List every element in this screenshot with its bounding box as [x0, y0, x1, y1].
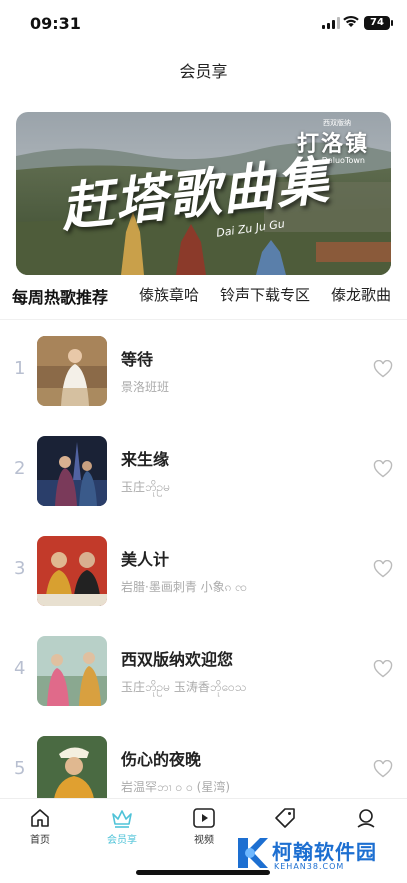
nav-video[interactable]: 视频	[174, 807, 234, 846]
category-tabs: 每周热歌推荐 傣族章哈 铃声下载专区 傣龙歌曲	[0, 284, 407, 310]
song-cover	[37, 336, 107, 406]
song-title: 伤心的夜晚	[121, 750, 202, 769]
battery-icon: 74	[364, 16, 393, 30]
status-time: 09:31	[30, 14, 81, 33]
song-artist: 岩温罕ဘၢ ဝ ဝ (星湾)	[121, 780, 231, 794]
nav-profile[interactable]	[336, 807, 396, 831]
home-icon	[31, 809, 49, 827]
song-cover	[37, 436, 107, 506]
list-item[interactable]: 4 西双版纳欢迎您 玉庄ဘိုဥမ 玉涛香ဘိုဝေသ	[0, 620, 407, 720]
song-cover	[37, 736, 107, 806]
rank-number: 2	[14, 458, 26, 479]
nav-home-label: 首页	[30, 835, 50, 846]
heart-icon[interactable]	[373, 460, 393, 478]
banner[interactable]: 西双版纳 打洛镇 DaluoTown 赶塔歌曲集 Dai Zu Ju Gu	[16, 112, 391, 275]
play-icon	[193, 808, 215, 828]
banner-logo-sub: DaluoTown	[321, 156, 365, 165]
heart-icon[interactable]	[373, 660, 393, 678]
rank-number: 3	[14, 558, 26, 579]
song-artist: 玉庄ဘိုဥမ	[121, 480, 171, 494]
list-item[interactable]: 3 美人计 岩腊·墨画刺青 小象ၵ ၸ	[0, 520, 407, 620]
watermark-name: 柯翰软件园	[272, 840, 377, 864]
nav-home[interactable]: 首页	[10, 807, 70, 846]
home-indicator	[136, 870, 270, 875]
list-item[interactable]: 2 来生缘 玉庄ဘိုဥမ	[0, 420, 407, 520]
song-artist: 玉庄ဘိုဥမ 玉涛香ဘိုဝေသ	[121, 680, 247, 694]
heart-icon[interactable]	[373, 560, 393, 578]
rank-number: 5	[14, 758, 26, 779]
nav-member[interactable]: 会员享	[92, 807, 152, 846]
song-title: 来生缘	[121, 450, 170, 469]
song-title: 美人计	[121, 550, 170, 569]
wifi-icon	[343, 15, 359, 27]
nav-member-label: 会员享	[107, 835, 137, 846]
list-item[interactable]: 1 等待 景洛班班	[0, 320, 407, 420]
song-cover	[37, 536, 107, 606]
rank-number: 4	[14, 658, 26, 679]
tab-dailong-songs[interactable]: 傣龙歌曲	[331, 284, 391, 305]
status-bar: 09:31 74	[0, 0, 407, 48]
heart-icon[interactable]	[373, 760, 393, 778]
crown-icon	[112, 810, 132, 828]
song-title: 西双版纳欢迎您	[121, 650, 234, 669]
tab-dai-zhangha[interactable]: 傣族章哈	[139, 284, 199, 305]
watermark-url: KEHAN38.COM	[274, 862, 345, 871]
nav-video-label: 视频	[194, 835, 214, 846]
song-artist: 景洛班班	[121, 380, 170, 394]
tab-ringtones[interactable]: 铃声下载专区	[220, 284, 310, 305]
tab-weekly-hot[interactable]: 每周热歌推荐	[12, 284, 108, 308]
page-title: 会员享	[179, 62, 228, 81]
signal-icon	[322, 17, 340, 29]
song-artist: 岩腊·墨画刺青 小象ၵ ၸ	[121, 580, 247, 594]
heart-icon[interactable]	[373, 360, 393, 378]
user-icon	[357, 809, 375, 828]
song-cover	[37, 636, 107, 706]
watermark-logo-icon	[238, 838, 268, 868]
nav-tag[interactable]	[255, 807, 315, 831]
tag-icon	[275, 808, 295, 828]
rank-number: 1	[14, 358, 26, 379]
song-title: 等待	[121, 350, 154, 369]
